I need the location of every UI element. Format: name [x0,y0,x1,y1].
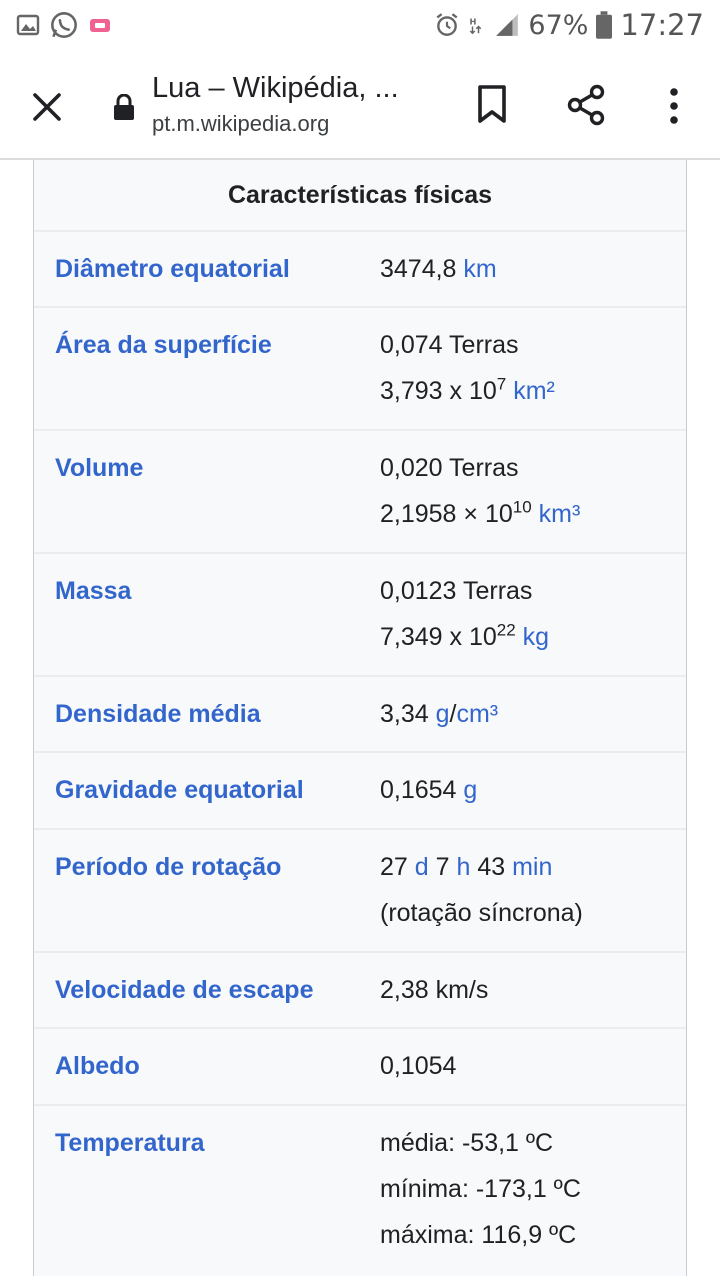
unit-hour-link[interactable]: h [456,853,470,881]
gallery-icon [16,14,40,36]
row-diametro: Diâmetro equatorial 3474,8 km [34,232,686,308]
label-temperatura[interactable]: Temperatura [34,1126,380,1258]
value-temperatura: média: -53,1 ºC mínima: -173,1 ºC máxima… [380,1129,581,1249]
svg-text:H: H [470,16,477,26]
close-icon[interactable] [28,88,66,126]
row-massa: Massa 0,0123 Terras 7,349 x 1022 kg [34,554,686,677]
value-albedo: 0,1054 [380,1052,457,1080]
infobox-physical-characteristics: Características físicas Diâmetro equator… [33,160,687,1276]
value-escape: 2,38 km/s [380,976,489,1004]
row-volume: Volume 0,020 Terras 2,1958 × 1010 km³ [34,431,686,554]
label-diametro[interactable]: Diâmetro equatorial [34,252,380,288]
value-densidade: 3,34 g/cm³ [380,700,499,728]
unit-gravity-link[interactable]: g [463,776,477,804]
page-url: pt.m.wikipedia.org [152,111,330,136]
unit-day-link[interactable]: d [415,853,429,881]
value-diametro: 3474,8 km [380,255,497,283]
bookmark-icon[interactable] [476,84,508,124]
status-bar: H 67% 17:27 [0,0,720,50]
row-rotacao: Período de rotação 27 d 7 h 43 min (rota… [34,830,686,953]
row-densidade: Densidade média 3,34 g/cm³ [34,677,686,753]
row-temperatura: Temperatura média: -53,1 ºC mínima: -173… [34,1106,686,1276]
label-rotacao[interactable]: Período de rotação [34,850,380,933]
whatsapp-icon [51,12,77,38]
row-escape: Velocidade de escape 2,38 km/s [34,953,686,1029]
unit-km-link[interactable]: km [463,255,496,283]
more-icon[interactable] [660,86,688,126]
row-area: Área da superfície 0,074 Terras 3,793 x … [34,308,686,431]
browser-toolbar: Lua – Wikipédia, ... pt.m.wikipedia.org [0,50,720,160]
unit-km3-link[interactable]: km³ [539,500,581,528]
section-header: Características físicas [34,160,686,232]
unit-km2-link[interactable]: km² [513,377,555,405]
row-albedo: Albedo 0,1054 [34,1029,686,1106]
page-info[interactable]: Lua – Wikipédia, ... pt.m.wikipedia.org [152,72,432,137]
page-title: Lua – Wikipédia, ... [152,72,399,104]
battery-percent: 67% [528,9,589,41]
label-escape[interactable]: Velocidade de escape [34,973,380,1009]
value-rotacao: 27 d 7 h 43 min (rotação síncrona) [380,853,583,927]
label-volume[interactable]: Volume [34,451,380,534]
battery-icon [596,11,613,39]
unit-g-link[interactable]: g [436,700,450,728]
lock-icon [114,94,134,120]
notification-icon [90,19,110,32]
unit-min-link[interactable]: min [512,853,552,881]
value-gravidade: 0,1654 g [380,776,478,804]
share-icon[interactable] [566,84,606,126]
label-area[interactable]: Área da superfície [34,328,380,411]
unit-kg-link[interactable]: kg [523,623,549,651]
label-albedo[interactable]: Albedo [34,1049,380,1086]
clock: 17:27 [620,8,704,42]
label-gravidade[interactable]: Gravidade equatorial [34,773,380,810]
value-volume: 0,020 Terras 2,1958 × 1010 km³ [380,454,581,528]
row-gravidade: Gravidade equatorial 0,1654 g [34,753,686,830]
signal-icon [496,14,519,36]
unit-cm3-link[interactable]: cm³ [456,700,498,728]
alarm-icon [436,13,458,36]
value-massa: 0,0123 Terras 7,349 x 1022 kg [380,577,550,651]
value-area: 0,074 Terras 3,793 x 107 km² [380,331,555,405]
data-icon: H [470,16,482,35]
label-densidade[interactable]: Densidade média [34,697,380,733]
label-massa[interactable]: Massa [34,574,380,657]
